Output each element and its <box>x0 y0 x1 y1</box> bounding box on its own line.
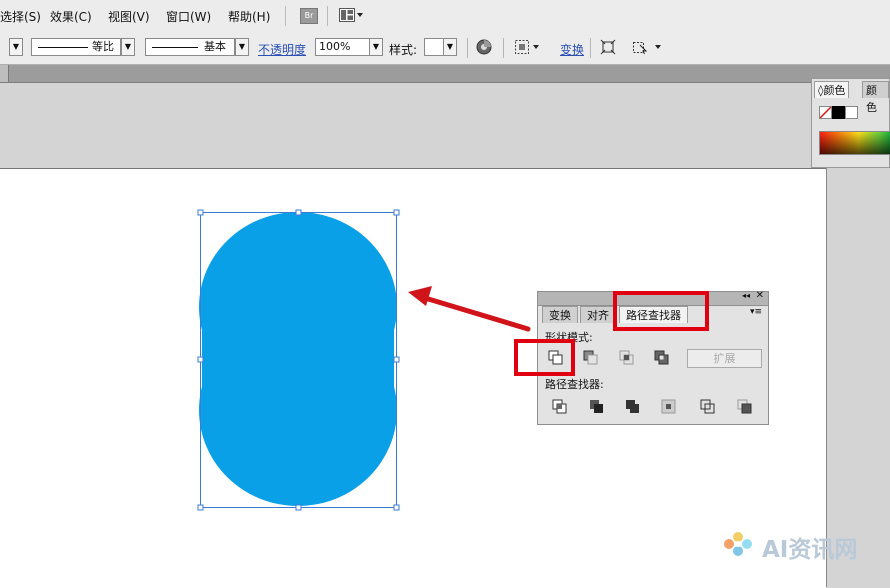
panel-menu-icon[interactable]: ▾≡ <box>750 307 762 317</box>
color-panel: ◊颜色 颜色 <box>811 78 890 168</box>
highlight-pathfinder-tab <box>613 291 709 331</box>
callout-arrow <box>408 286 531 332</box>
exclude-icon[interactable] <box>653 349 671 367</box>
pathfinders-label: 路径查找器: <box>545 378 604 391</box>
crop-icon[interactable] <box>660 398 678 416</box>
watermark-text: AI资讯网 <box>762 537 858 563</box>
panel-collapse-icon[interactable]: ◂◂ <box>742 291 750 300</box>
divide-icon[interactable] <box>551 398 569 416</box>
merge-icon[interactable] <box>624 398 642 416</box>
minus-back-icon[interactable] <box>736 398 754 416</box>
watermark-logo: AI资讯网 <box>718 527 878 563</box>
union-shape[interactable] <box>199 212 397 506</box>
color-panel-tab-active[interactable]: ◊颜色 <box>814 81 850 98</box>
color-guide-tab[interactable]: 颜色 <box>862 81 889 114</box>
black-swatch[interactable] <box>832 106 845 119</box>
flower-icon <box>724 532 752 556</box>
minus-front-icon[interactable] <box>582 349 600 367</box>
tab-transform[interactable]: 变换 <box>542 306 578 323</box>
white-swatch[interactable] <box>845 106 858 119</box>
close-icon[interactable]: ✕ <box>756 290 764 301</box>
trim-icon[interactable] <box>588 398 606 416</box>
expand-button[interactable]: 扩展 <box>687 349 762 368</box>
highlight-unite-button <box>514 339 575 376</box>
color-spectrum[interactable] <box>819 131 890 155</box>
intersect-icon[interactable] <box>618 349 636 367</box>
tab-align[interactable]: 对齐 <box>580 306 616 323</box>
outline-icon[interactable] <box>699 398 717 416</box>
none-swatch[interactable] <box>819 106 832 119</box>
